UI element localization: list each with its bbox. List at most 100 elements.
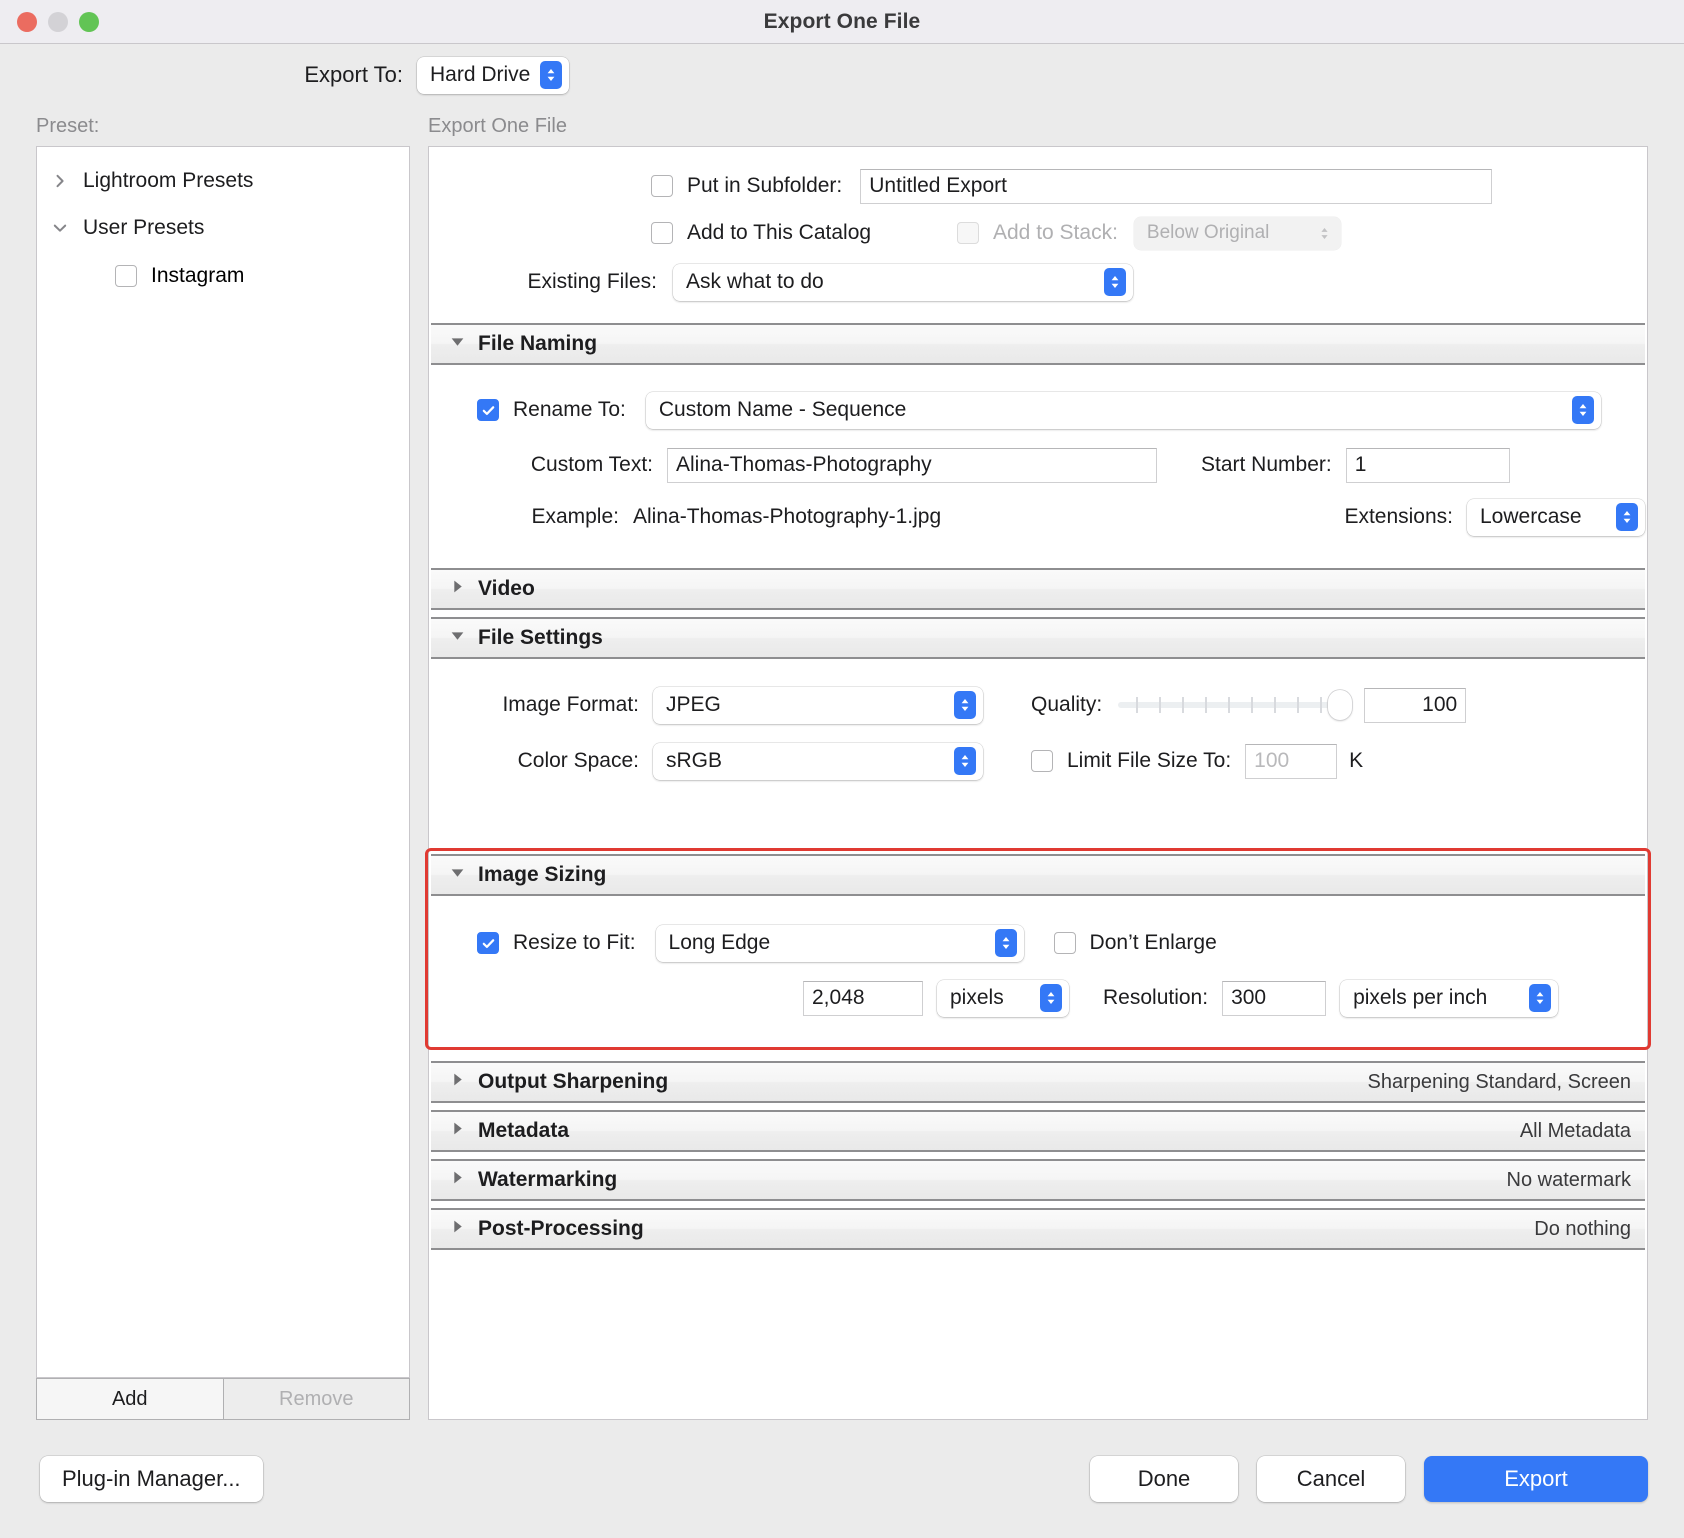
image-format-dropdown[interactable]: JPEG [653, 686, 983, 724]
rename-to-value: Custom Name - Sequence [658, 398, 907, 421]
image-sizing-header[interactable]: Image Sizing [431, 854, 1645, 896]
existing-files-dropdown[interactable]: Ask what to do [673, 263, 1133, 301]
metadata-header[interactable]: Metadata All Metadata [431, 1110, 1645, 1152]
title-bar: Export One File [0, 0, 1684, 44]
chevron-updown-icon [540, 61, 563, 89]
rename-to-row: Rename To: Custom Name - Sequence [431, 383, 1645, 437]
watermarking-header[interactable]: Watermarking No watermark [431, 1159, 1645, 1201]
preset-group-user[interactable]: User Presets [37, 204, 409, 251]
chevron-updown-icon [954, 691, 976, 719]
preset-item-instagram[interactable]: Instagram [37, 251, 409, 301]
footer-actions: Done Cancel Export [1090, 1456, 1648, 1502]
chevron-updown-icon [1315, 221, 1334, 246]
done-button[interactable]: Done [1090, 1456, 1238, 1502]
window-title: Export One File [763, 9, 921, 33]
limit-file-size-input[interactable]: 100 [1245, 743, 1338, 779]
file-naming-header[interactable]: File Naming [431, 323, 1645, 365]
section-file-naming: File Naming Rename To: Custom Name - Seq… [431, 323, 1645, 561]
dont-enlarge-checkbox[interactable] [1053, 932, 1076, 954]
resolution-label: Resolution: [1103, 986, 1209, 1009]
plugin-manager-button[interactable]: Plug-in Manager... [40, 1456, 263, 1502]
chevron-down-icon[interactable] [37, 220, 83, 236]
triangle-right-icon[interactable] [449, 1071, 466, 1093]
preset-header: Preset: [36, 114, 100, 137]
close-window-icon[interactable] [17, 11, 37, 32]
size-unit-dropdown[interactable]: pixels [937, 979, 1069, 1017]
preset-item-checkbox[interactable] [115, 265, 137, 287]
chevron-right-icon[interactable] [37, 173, 83, 189]
section-watermarking: Watermarking No watermark [431, 1159, 1645, 1201]
triangle-right-icon[interactable] [449, 1218, 466, 1240]
file-settings-title: File Settings [478, 626, 603, 649]
preset-group-lightroom[interactable]: Lightroom Presets [37, 157, 409, 204]
custom-text-label: Custom Text: [530, 453, 653, 476]
slider-knob[interactable] [1328, 690, 1353, 720]
section-output-sharpening: Output Sharpening Sharpening Standard, S… [431, 1061, 1645, 1103]
custom-text-input[interactable]: Alina-Thomas-Photography [667, 447, 1157, 483]
watermarking-summary: No watermark [1506, 1168, 1631, 1191]
resolution-unit-value: pixels per inch [1353, 986, 1488, 1009]
add-to-catalog-checkbox[interactable] [651, 222, 673, 244]
quality-slider[interactable] [1118, 690, 1353, 720]
resize-to-fit-checkbox[interactable] [477, 932, 499, 954]
resize-to-fit-dropdown[interactable]: Long Edge [655, 924, 1024, 962]
rename-to-checkbox[interactable] [477, 399, 499, 421]
file-settings-body: Image Format: JPEG Quality: 100 Color Sp… [431, 659, 1645, 837]
file-naming-title: File Naming [478, 332, 598, 355]
chevron-updown-icon [1104, 268, 1126, 296]
size-unit-value: pixels [950, 986, 1004, 1009]
existing-files-label: Existing Files: [527, 270, 657, 293]
export-dialog-window: Export One File Export To: Hard Drive Pr… [0, 0, 1684, 1538]
export-button[interactable]: Export [1424, 1456, 1648, 1502]
triangle-right-icon[interactable] [449, 1120, 466, 1142]
subfolder-name-input[interactable]: Untitled Export [860, 168, 1493, 204]
resolution-input[interactable]: 300 [1222, 980, 1327, 1016]
add-to-catalog-row: Add to This Catalog Add to Stack: Below … [429, 209, 1647, 257]
export-to-value: Hard Drive [430, 63, 531, 86]
output-sharpening-header[interactable]: Output Sharpening Sharpening Standard, S… [431, 1061, 1645, 1103]
post-processing-header[interactable]: Post-Processing Do nothing [431, 1208, 1645, 1250]
example-value: Alina-Thomas-Photography-1.jpg [633, 505, 942, 528]
put-in-subfolder-checkbox[interactable] [651, 175, 673, 197]
color-space-dropdown[interactable]: sRGB [653, 742, 983, 780]
post-processing-summary: Do nothing [1534, 1217, 1631, 1240]
put-in-subfolder-row: Put in Subfolder: Untitled Export [429, 163, 1647, 209]
extensions-dropdown[interactable]: Lowercase [1467, 498, 1645, 536]
start-number-input[interactable]: 1 [1345, 447, 1510, 483]
preset-list[interactable]: Lightroom Presets User Presets Instagram [36, 146, 410, 1378]
image-format-value: JPEG [666, 693, 721, 716]
rename-to-dropdown[interactable]: Custom Name - Sequence [645, 391, 1601, 429]
triangle-right-icon[interactable] [449, 1169, 466, 1191]
slider-track [1118, 702, 1351, 708]
zoom-window-icon[interactable] [79, 11, 99, 32]
triangle-down-icon[interactable] [449, 864, 466, 886]
chevron-updown-icon [994, 929, 1017, 957]
triangle-down-icon[interactable] [449, 627, 466, 649]
resize-to-fit-value: Long Edge [668, 931, 771, 954]
export-to-row: Export To: Hard Drive [0, 44, 1684, 106]
size-value-input[interactable]: 2,048 [803, 980, 923, 1016]
resize-to-fit-label: Resize to Fit: [513, 931, 636, 954]
triangle-down-icon[interactable] [449, 333, 466, 355]
limit-file-size-unit: K [1349, 749, 1364, 772]
minimize-window-icon[interactable] [48, 11, 68, 32]
add-to-stack-value: Below Original [1146, 222, 1270, 243]
file-settings-header[interactable]: File Settings [431, 617, 1645, 659]
video-title: Video [478, 577, 535, 600]
add-preset-button[interactable]: Add [36, 1378, 224, 1420]
video-header[interactable]: Video [431, 568, 1645, 610]
custom-text-row: Custom Text: Alina-Thomas-Photography St… [431, 437, 1645, 493]
cancel-button[interactable]: Cancel [1257, 1456, 1405, 1502]
color-space-row: Color Space: sRGB Limit File Size To: 10… [431, 733, 1645, 789]
triangle-right-icon[interactable] [449, 578, 466, 600]
section-metadata: Metadata All Metadata [431, 1110, 1645, 1152]
chevron-updown-icon [1040, 984, 1062, 1012]
chevron-updown-icon [1616, 503, 1638, 531]
put-in-subfolder-label: Put in Subfolder: [687, 174, 843, 197]
export-to-label: Export To: [304, 62, 403, 87]
quality-input[interactable]: 100 [1364, 687, 1467, 723]
resolution-unit-dropdown[interactable]: pixels per inch [1340, 979, 1559, 1017]
dont-enlarge-label: Don’t Enlarge [1089, 931, 1217, 954]
export-to-dropdown[interactable]: Hard Drive [417, 56, 570, 94]
limit-file-size-checkbox[interactable] [1031, 750, 1053, 772]
